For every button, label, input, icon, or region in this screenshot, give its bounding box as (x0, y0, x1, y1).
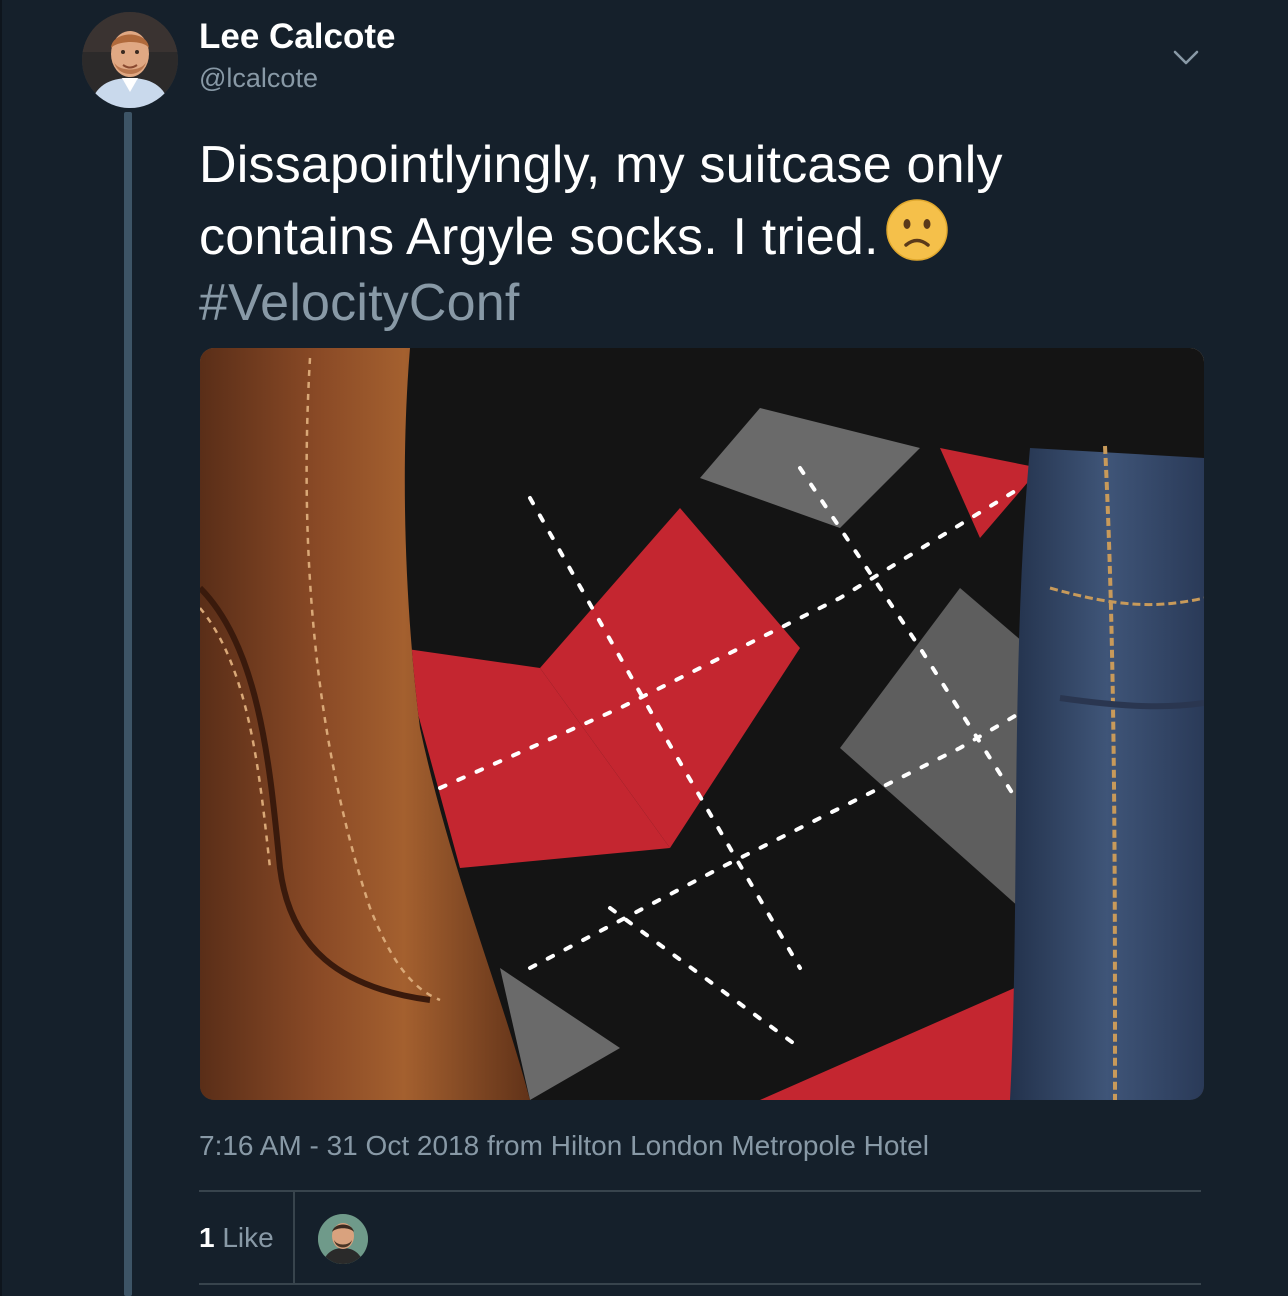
from-label: from (486, 1130, 543, 1161)
likes-stat[interactable]: 1 Like (199, 1220, 274, 1256)
divider-top (199, 1190, 1201, 1192)
avatar-photo (82, 12, 178, 108)
liker-avatar-photo (318, 1214, 368, 1264)
liker-avatar[interactable] (318, 1214, 368, 1264)
hashtag-link[interactable]: #VelocityConf (199, 270, 1209, 336)
tweet-text: Dissapointlyingly, my suitcase only cont… (199, 132, 1209, 336)
tweet-text-line: Dissapointlyingly, my suitcase only (199, 136, 1003, 194)
tweet-text-line-content: contains Argyle socks. I tried. (199, 208, 879, 266)
stats-separator (293, 1192, 295, 1284)
window-edge (0, 0, 2, 1296)
likes-label: Like (222, 1222, 274, 1253)
argyle-socks-image (200, 348, 1204, 1100)
author-avatar[interactable] (82, 12, 178, 108)
author-name[interactable]: Lee Calcote (199, 16, 395, 58)
tweet-meta: 7:16 AM - 31 Oct 2018 from Hilton London… (199, 1128, 929, 1164)
divider-bottom (199, 1283, 1201, 1285)
tweet-photo[interactable] (200, 348, 1204, 1100)
slightly-frowning-face-icon (885, 199, 948, 261)
likes-count: 1 (199, 1222, 215, 1253)
tweet-text-line: contains Argyle socks. I tried. (199, 198, 1209, 270)
tweet-timestamp[interactable]: 7:16 AM - 31 Oct 2018 (199, 1130, 479, 1161)
author-handle[interactable]: @lcalcote (199, 62, 318, 94)
chevron-down-icon[interactable] (1168, 40, 1204, 76)
location-link[interactable]: Hilton London Metropole Hotel (551, 1130, 929, 1161)
thread-line (124, 112, 132, 1296)
